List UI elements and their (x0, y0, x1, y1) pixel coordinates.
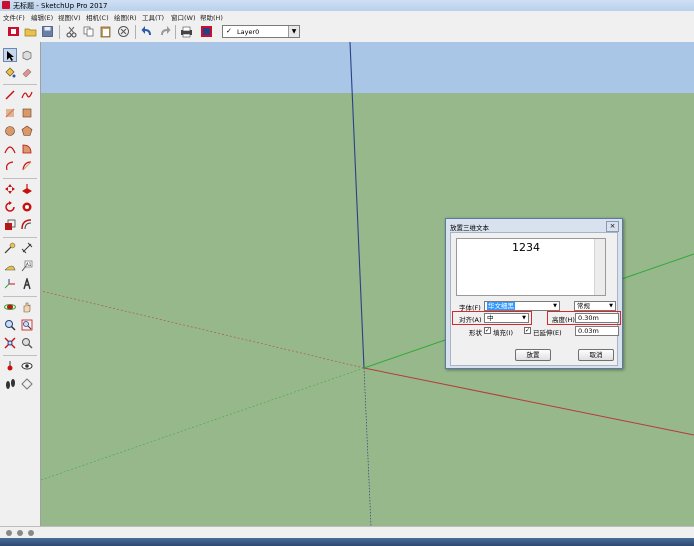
font-select-value: 华文细黑 (487, 302, 515, 310)
orbit-tool-icon[interactable] (3, 300, 17, 314)
menu-camera[interactable]: 相机(C) (86, 12, 109, 22)
rectangle-tool-icon[interactable] (3, 106, 17, 120)
text-input-value: 1234 (512, 241, 540, 254)
cancel-button[interactable]: 取消 (578, 349, 614, 361)
get-models-icon[interactable] (6, 24, 21, 39)
sketchup-app-icon (2, 1, 10, 9)
rotate-tool-icon[interactable] (3, 200, 17, 214)
look-around-icon[interactable] (20, 359, 34, 373)
pie-tool-icon[interactable] (20, 142, 34, 156)
dimension-tool-icon[interactable] (20, 241, 34, 255)
text-area-scrollbar[interactable] (594, 239, 605, 295)
move-tool-icon[interactable] (3, 182, 17, 196)
zoom-tool-icon[interactable] (3, 318, 17, 332)
layer-select[interactable]: ✓ Layer0 ▼ (222, 25, 300, 38)
menu-tools[interactable]: 工具(T) (142, 12, 164, 22)
save-icon[interactable] (40, 24, 55, 39)
dialog-body: 1234 字体(F) 华文细黑 ▼ 常规 ▼ 对齐(A) 中 ▼ 高度(H) 0… (450, 232, 621, 366)
window-title: 无标题 - SketchUp Pro 2017 (13, 2, 108, 10)
select-tool-icon[interactable] (3, 48, 17, 62)
credits-icon (17, 530, 23, 536)
undo-icon[interactable] (140, 24, 155, 39)
font-style-select[interactable]: 常规 ▼ (574, 301, 616, 311)
svg-text:A1: A1 (26, 262, 32, 267)
circle-tool-icon[interactable] (3, 124, 17, 138)
layer-select-value: Layer0 (237, 28, 260, 36)
form-label: 形状 (469, 329, 482, 337)
previous-view-icon[interactable] (20, 336, 34, 350)
section-plane-icon[interactable] (20, 377, 34, 391)
offset-tool-icon[interactable] (20, 218, 34, 232)
line-tool-icon[interactable] (3, 88, 17, 102)
standard-toolbar: ✓ Layer0 ▼ (0, 22, 694, 43)
arc-tool-icon[interactable] (3, 142, 17, 156)
text-input-area[interactable]: 1234 (456, 238, 606, 296)
component-tool-icon[interactable] (20, 48, 34, 62)
zoom-window-icon[interactable] (20, 318, 34, 332)
open-file-icon[interactable] (23, 24, 38, 39)
text-tool-icon[interactable]: A1 (20, 259, 34, 273)
fill-label: 填充(I) (493, 329, 513, 337)
zoom-extents-icon[interactable] (3, 336, 17, 350)
print-icon[interactable] (179, 24, 194, 39)
tape-measure-icon[interactable] (3, 241, 17, 255)
copy-icon[interactable] (81, 24, 96, 39)
menu-draw[interactable]: 绘图(R) (114, 12, 137, 22)
protractor-icon[interactable] (3, 259, 17, 273)
extrude-label: 已延伸(E) (533, 329, 562, 337)
position-camera-icon[interactable] (3, 359, 17, 373)
menu-help[interactable]: 帮助(H) (200, 12, 223, 22)
menu-window[interactable]: 窗口(W) (171, 12, 196, 22)
chevron-down-icon[interactable]: ▼ (607, 302, 615, 310)
windows-taskbar (0, 538, 694, 546)
sky (41, 42, 694, 93)
paint-bucket-icon[interactable] (3, 65, 17, 79)
fill-checkbox[interactable]: ✓ (484, 327, 491, 334)
menu-edit[interactable]: 编辑(E) (31, 12, 53, 22)
geo-location-icon (6, 530, 12, 536)
erase-icon[interactable] (116, 24, 131, 39)
large-tool-set: A1 (0, 42, 41, 526)
paste-icon[interactable] (98, 24, 113, 39)
menu-view[interactable]: 视图(V) (58, 12, 81, 22)
align-highlight-box (452, 311, 532, 325)
dialog-title: 放置三维文本 (450, 224, 489, 232)
two-point-arc-icon[interactable] (20, 159, 34, 173)
scale-tool-icon[interactable] (3, 218, 17, 232)
model-info-icon[interactable] (199, 24, 214, 39)
freehand-tool-icon[interactable] (20, 88, 34, 102)
height-highlight-box (547, 311, 621, 325)
place-3d-text-dialog: 放置三维文本 × 1234 字体(F) 华文细黑 ▼ 常规 ▼ 对齐(A) 中 … (445, 218, 623, 369)
rotated-rectangle-icon[interactable] (20, 106, 34, 120)
eraser-icon[interactable] (20, 65, 34, 79)
extrude-input-value: 0.03m (578, 327, 599, 335)
place-button[interactable]: 放置 (515, 349, 551, 361)
chevron-down-icon[interactable]: ▼ (288, 26, 299, 37)
3d-text-icon[interactable] (20, 277, 34, 291)
font-select[interactable]: 华文细黑 ▼ (484, 301, 560, 311)
walk-tool-icon[interactable] (3, 377, 17, 391)
redo-icon[interactable] (157, 24, 172, 39)
pan-tool-icon[interactable] (20, 300, 34, 314)
user-icon (28, 530, 34, 536)
axes-tool-icon[interactable] (3, 277, 17, 291)
chevron-down-icon[interactable]: ▼ (551, 302, 559, 310)
close-icon[interactable]: × (606, 221, 619, 232)
follow-me-icon[interactable] (20, 200, 34, 214)
three-point-arc-icon[interactable] (3, 159, 17, 173)
extrude-input[interactable]: 0.03m (575, 326, 619, 336)
extrude-checkbox[interactable]: ✓ (524, 327, 531, 334)
menu-file[interactable]: 文件(F) (3, 12, 25, 22)
polygon-tool-icon[interactable] (20, 124, 34, 138)
cut-icon[interactable] (64, 24, 79, 39)
push-pull-icon[interactable] (20, 182, 34, 196)
font-style-value: 常规 (577, 302, 590, 310)
layer-check-mark: ✓ (226, 27, 232, 35)
